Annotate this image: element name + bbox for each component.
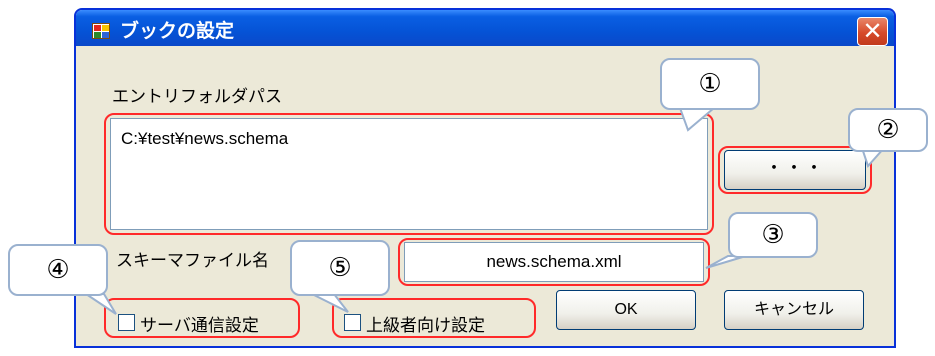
callout-1: ①	[660, 58, 760, 110]
callout-4: ④	[8, 244, 108, 296]
callout-3: ③	[728, 212, 818, 258]
callout-2: ②	[848, 108, 928, 152]
callout-5: ⑤	[290, 240, 390, 296]
callout-connectors	[82, 107, 887, 315]
